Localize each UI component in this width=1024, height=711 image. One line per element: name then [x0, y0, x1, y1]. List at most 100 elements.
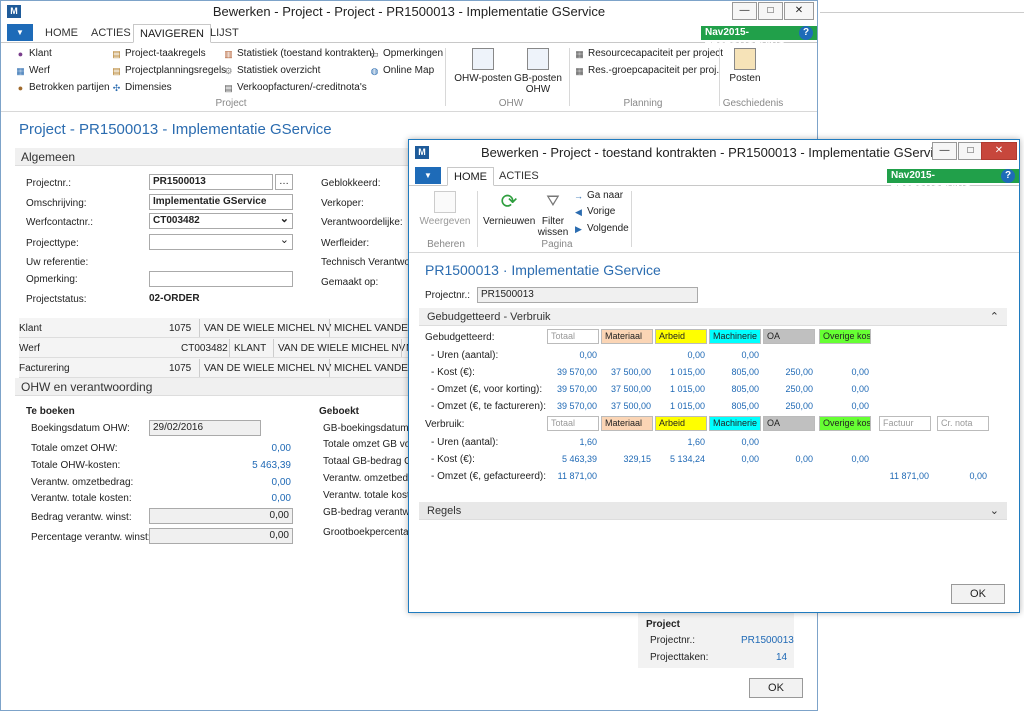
- verbruik-value[interactable]: 5 134,24: [649, 454, 705, 464]
- ribbon-projectplanningsregels[interactable]: ▤ Projectplanningsregels: [111, 64, 226, 77]
- regels-title: Regels: [427, 505, 462, 517]
- calendar-icon: ▦: [575, 66, 584, 76]
- ribbon-res-groepcapaciteit[interactable]: ▦ Res.-groepcapaciteit per proj.: [574, 64, 719, 77]
- verbruik-value[interactable]: 0,00: [703, 454, 759, 464]
- dialog-tab-home[interactable]: HOME: [447, 167, 494, 186]
- ok-button[interactable]: OK: [749, 678, 803, 698]
- collapse-icon[interactable]: ⌃: [990, 308, 999, 326]
- maximize-button[interactable]: □: [758, 2, 783, 20]
- opmerking-field[interactable]: [149, 271, 293, 287]
- verbruik-value[interactable]: 0,00: [813, 454, 869, 464]
- dialog-minimize-button[interactable]: —: [932, 142, 957, 160]
- ribbon-klant[interactable]: ● Klant: [15, 47, 52, 60]
- tab-lijst[interactable]: LIJST: [204, 24, 245, 43]
- ribbon-tabs: ▼ HOME ACTIES NAVIGEREN LIJST Nav2015-TE…: [1, 23, 817, 52]
- ribbon-separator: [631, 191, 632, 247]
- budget-value[interactable]: 0,00: [541, 350, 597, 360]
- ribbon-label: Verkoopfacturen/-creditnota's: [237, 82, 367, 93]
- verantw-omzet-value[interactable]: 0,00: [231, 477, 291, 488]
- ohw-posten-button[interactable]: OHW-posten: [453, 48, 513, 84]
- ribbon-statistiek-overzicht[interactable]: ⚙ Statistiek overzicht: [223, 64, 320, 77]
- dialog-maximize-button[interactable]: □: [958, 142, 983, 160]
- fasttab-facturering[interactable]: Facturering 1075 VAN DE WIELE MICHEL NV MIC…: [19, 358, 411, 378]
- window-title: Bewerken - Project - Project - PR1500013…: [212, 4, 606, 19]
- ribbon-online-map[interactable]: ◍ Online Map: [369, 64, 435, 77]
- fasttab-ohw[interactable]: OHW en verantwoording: [15, 378, 409, 396]
- ribbon-betrokken-partijen[interactable]: ● Betrokken partijen: [15, 81, 110, 94]
- verbruik-value[interactable]: 1,60: [541, 437, 597, 447]
- ribbon-label: Statistiek overzicht: [237, 65, 321, 76]
- ribbon-verkoopfacturen[interactable]: ▤ Verkoopfacturen/-creditnota's: [223, 81, 367, 94]
- budget-value[interactable]: 39 570,00: [541, 401, 597, 411]
- help-icon[interactable]: ?: [799, 26, 813, 40]
- filter-wissen-label: Filter wissen: [537, 216, 569, 238]
- totale-omzet-value[interactable]: 0,00: [231, 443, 291, 454]
- budget-value: 1 015,00: [669, 401, 705, 411]
- dialog-help-icon[interactable]: ?: [1001, 169, 1015, 183]
- fasttab-klant[interactable]: Klant 1075 VAN DE WIELE MICHEL NV MICHEL VA…: [19, 318, 411, 338]
- app-menu-button[interactable]: ▼: [7, 24, 33, 41]
- verbruik-value[interactable]: 0,00: [757, 454, 813, 464]
- dialog-ok-button[interactable]: OK: [951, 584, 1005, 604]
- verbruik-value[interactable]: 11 871,00: [541, 471, 597, 481]
- factbox-projecttaken-value[interactable]: 14: [776, 652, 787, 663]
- verbruik-value[interactable]: 0,00: [703, 437, 759, 447]
- filter-wissen-button[interactable]: ⛛ Filter wissen: [535, 191, 571, 238]
- ribbon-project-taakregels[interactable]: ▤ Project-taakregels: [111, 47, 205, 60]
- posten-button[interactable]: Posten: [723, 48, 767, 84]
- ribbon-dimensies[interactable]: ✣ Dimensies: [111, 81, 172, 94]
- ribbon-statistiek-kontrakten[interactable]: ▥ Statistiek (toestand kontrakten): [223, 47, 375, 60]
- verantw-kosten-value[interactable]: 0,00: [231, 493, 291, 504]
- fasttab-gebudgetteerd-verbruik[interactable]: Gebudgetteerd - Verbruik ⌃: [419, 308, 1007, 326]
- verbruik-col-header: Cr. nota: [937, 416, 989, 431]
- projecttype-field[interactable]: [149, 233, 293, 250]
- budget-value[interactable]: 39 570,00: [541, 367, 597, 377]
- close-button[interactable]: ✕: [784, 2, 814, 20]
- totale-kosten-label: Totale OHW-kosten:: [31, 460, 121, 471]
- ledger-icon: [472, 48, 494, 70]
- vorige-button[interactable]: ◀ Vorige: [573, 205, 615, 218]
- omschrijving-field[interactable]: Implementatie GService: [149, 194, 293, 210]
- dialog-projectnr-label: Projectnr.:: [425, 290, 471, 301]
- uw-referentie-label: Uw referentie:: [26, 257, 89, 268]
- projectstatus-value[interactable]: 02-ORDER: [149, 293, 200, 304]
- tab-home[interactable]: HOME: [39, 24, 84, 43]
- budget-value: 37 500,00: [610, 367, 651, 377]
- verbruik-col-header: Arbeid: [655, 416, 707, 431]
- volgende-button[interactable]: ▶ Volgende: [573, 222, 629, 235]
- verbruik-value[interactable]: 11 871,00: [873, 471, 929, 481]
- minimize-button[interactable]: —: [732, 2, 757, 20]
- budget-value: 805,00: [731, 384, 759, 394]
- fasttab-werf[interactable]: WerfCT003482KLANTVAN DE WIELE MICHEL NVN: [19, 338, 411, 358]
- ribbon-werf[interactable]: ▦ Werf: [15, 64, 50, 77]
- boekingsdatum-field[interactable]: 29/02/2016: [149, 420, 261, 436]
- expand-icon[interactable]: ⌄: [990, 502, 999, 520]
- verbruik-value[interactable]: 1,60: [649, 437, 705, 447]
- verbruik-value[interactable]: 5 463,39: [541, 454, 597, 464]
- dialog-tab-acties[interactable]: ACTIES: [493, 167, 545, 186]
- dialog-app-menu-button[interactable]: ▼: [415, 167, 441, 184]
- weergeven-label: Weergeven: [419, 216, 471, 227]
- verbruik-value[interactable]: 0,00: [931, 471, 987, 481]
- dialog-ribbon: Weergeven Beheren ⟳ Vernieuwen ⛛ Filter wi…: [409, 187, 1019, 253]
- vernieuwen-button[interactable]: ⟳ Vernieuwen: [483, 191, 535, 227]
- verbruik-value[interactable]: 329,15: [595, 454, 651, 464]
- assist-edit-button[interactable]: …: [275, 174, 293, 190]
- ribbon-opmerkingen[interactable]: ▭ Opmerkingen: [369, 47, 443, 60]
- factbox-projectnr-value[interactable]: PR1500013: [741, 635, 794, 646]
- ribbon-resourcecapaciteit[interactable]: ▦ Resourcecapaciteit per project: [574, 47, 723, 60]
- gb-posten-ohw-button[interactable]: GB-posten OHW: [511, 48, 565, 95]
- totale-kosten-value[interactable]: 5 463,39: [231, 460, 291, 471]
- dialog-close-button[interactable]: ✕: [981, 142, 1017, 160]
- totale-omzet-gb-label: Totale omzet GB voor: [323, 439, 420, 450]
- tab-acties[interactable]: ACTIES: [85, 24, 137, 43]
- budget-value: 37 500,00: [610, 384, 651, 394]
- tab-navigeren[interactable]: NAVIGEREN: [133, 24, 211, 43]
- budget-value[interactable]: 39 570,00: [541, 384, 597, 394]
- weergeven-button[interactable]: Weergeven: [419, 191, 471, 227]
- budget-col-header: Totaal: [547, 329, 599, 344]
- projectnr-field[interactable]: PR1500013: [149, 174, 273, 190]
- werfcontactnr-field[interactable]: CT003482: [149, 212, 293, 229]
- ga-naar-button[interactable]: → Ga naar: [573, 189, 623, 202]
- fasttab-regels[interactable]: Regels ⌄: [419, 502, 1007, 520]
